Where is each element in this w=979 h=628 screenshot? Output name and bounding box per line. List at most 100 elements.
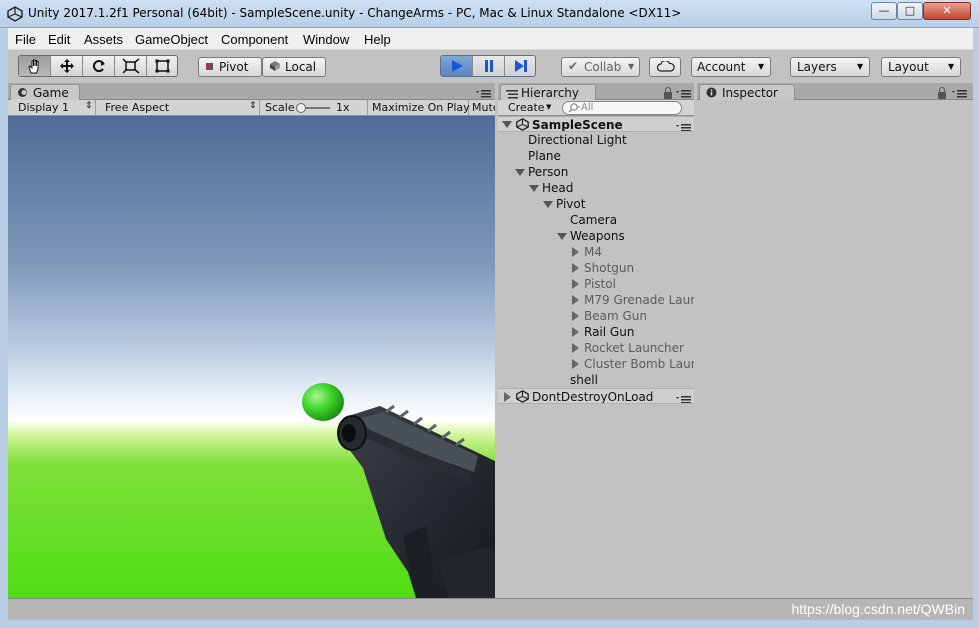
- hierarchy-row[interactable]: shell: [498, 372, 694, 388]
- expand-arrow-icon[interactable]: [572, 343, 579, 353]
- menu-edit[interactable]: Edit: [48, 32, 70, 47]
- aspect-dropdown[interactable]: Free Aspect ⇕: [96, 100, 260, 116]
- play-button[interactable]: [441, 56, 473, 76]
- scale-tool-button[interactable]: [115, 56, 147, 76]
- hierarchy-item-label: Pivot: [556, 197, 586, 211]
- step-button[interactable]: [505, 56, 537, 76]
- menu-help[interactable]: Help: [364, 32, 391, 47]
- hierarchy-row[interactable]: Camera: [498, 212, 694, 228]
- scene-menu-icon[interactable]: [676, 121, 692, 131]
- hand-tool-button[interactable]: [19, 56, 51, 76]
- maximize-button[interactable]: □: [897, 2, 923, 20]
- hierarchy-row[interactable]: Person: [498, 164, 694, 180]
- inspector-content: [697, 100, 973, 598]
- menu-component[interactable]: Component: [221, 32, 288, 47]
- rect-tool-button[interactable]: [147, 56, 179, 76]
- expand-arrow-icon[interactable]: [572, 327, 579, 337]
- local-toggle-button[interactable]: Local: [262, 57, 326, 77]
- hierarchy-row[interactable]: Cluster Bomb Launcher: [498, 356, 694, 372]
- inspector-panel: Inspector: [697, 83, 973, 598]
- game-viewport[interactable]: [8, 116, 495, 598]
- game-tabstrip: Game: [8, 83, 495, 100]
- hierarchy-row[interactable]: Directional Light: [498, 132, 694, 148]
- window-frame-right: [973, 28, 979, 628]
- menu-window[interactable]: Window: [303, 32, 349, 47]
- rotate-tool-button[interactable]: [83, 56, 115, 76]
- minimize-button[interactable]: —: [871, 2, 897, 20]
- collab-button[interactable]: ✔ Collab ▼: [561, 57, 640, 77]
- maximize-on-play-toggle[interactable]: Maximize On Play: [368, 100, 470, 116]
- cloud-button[interactable]: [649, 57, 681, 77]
- menu-gameobject[interactable]: GameObject: [135, 32, 208, 47]
- dontdestroy-header-row[interactable]: DontDestroyOnLoad: [498, 388, 694, 404]
- inspector-tab-label: Inspector: [722, 86, 778, 100]
- scene-expand-icon[interactable]: [502, 121, 512, 128]
- tab-game[interactable]: Game: [10, 84, 80, 100]
- expand-arrow-icon[interactable]: [572, 295, 579, 305]
- unity-logo-icon: [7, 6, 23, 22]
- collapse-arrow-icon[interactable]: [515, 169, 525, 176]
- hierarchy-item-label: Pistol: [584, 277, 616, 291]
- hierarchy-row[interactable]: Rocket Launcher: [498, 340, 694, 356]
- aspect-label: Free Aspect: [105, 101, 170, 114]
- close-button[interactable]: ✕: [923, 2, 971, 20]
- hierarchy-row[interactable]: M79 Grenade Launcher: [498, 292, 694, 308]
- inspector-lock-icon[interactable]: [938, 87, 946, 99]
- tab-inspector[interactable]: Inspector: [699, 84, 795, 100]
- dontdestroy-label: DontDestroyOnLoad: [532, 390, 654, 404]
- scale-slider-thumb[interactable]: [296, 103, 306, 113]
- hierarchy-row[interactable]: M4: [498, 244, 694, 260]
- layout-dropdown[interactable]: Layout ▼: [881, 57, 961, 77]
- expand-arrow-icon[interactable]: [572, 247, 579, 257]
- hand-icon: [28, 59, 39, 74]
- hierarchy-item-label: Plane: [528, 149, 561, 163]
- hierarchy-item-label: Directional Light: [528, 133, 627, 147]
- dontdestroy-expand-icon[interactable]: [504, 392, 511, 402]
- window-frame-left: [0, 28, 8, 628]
- collapse-arrow-icon[interactable]: [543, 201, 553, 208]
- hierarchy-item-label: Person: [528, 165, 569, 179]
- hierarchy-tabstrip: Hierarchy: [498, 83, 694, 100]
- step-icon: [515, 60, 527, 72]
- expand-arrow-icon[interactable]: [572, 279, 579, 289]
- dontdestroy-menu-icon[interactable]: [676, 393, 692, 403]
- create-dropdown[interactable]: Create ▼: [502, 101, 554, 115]
- hierarchy-row[interactable]: Pistol: [498, 276, 694, 292]
- account-dropdown[interactable]: Account ▼: [691, 57, 771, 77]
- layers-dropdown[interactable]: Layers ▼: [790, 57, 870, 77]
- hierarchy-lock-icon[interactable]: [664, 87, 672, 99]
- pause-button[interactable]: [473, 56, 505, 76]
- hierarchy-row[interactable]: Shotgun: [498, 260, 694, 276]
- hierarchy-search-input[interactable]: All: [562, 101, 682, 115]
- hierarchy-row[interactable]: Beam Gun: [498, 308, 694, 324]
- expand-arrow-icon[interactable]: [572, 311, 579, 321]
- layers-chevron-icon: ▼: [857, 62, 864, 71]
- mute-audio-toggle[interactable]: Mute: [469, 100, 495, 116]
- pivot-toggle-button[interactable]: Pivot: [198, 57, 262, 77]
- menu-assets[interactable]: Assets: [84, 32, 123, 47]
- play-icon: [452, 60, 463, 72]
- collab-check-icon: ✔: [568, 59, 579, 73]
- main-toolbar: Pivot Local ✔ Collab ▼ Account ▼ Layers …: [8, 51, 973, 83]
- hierarchy-row[interactable]: Plane: [498, 148, 694, 164]
- status-bar: https://blog.csdn.net/QWBin: [8, 598, 973, 620]
- expand-arrow-icon[interactable]: [572, 263, 579, 273]
- display-dropdown[interactable]: Display 1 ⇕: [8, 100, 96, 116]
- hierarchy-row[interactable]: Head: [498, 180, 694, 196]
- scene-name: SampleScene: [532, 118, 623, 132]
- hierarchy-row[interactable]: Pivot: [498, 196, 694, 212]
- scale-value: 1x: [336, 101, 350, 114]
- menu-file[interactable]: File: [15, 32, 36, 47]
- hierarchy-row[interactable]: Weapons: [498, 228, 694, 244]
- layout-chevron-icon: ▼: [948, 62, 955, 71]
- hierarchy-row[interactable]: Rail Gun: [498, 324, 694, 340]
- scene-header-row[interactable]: SampleScene: [498, 116, 694, 132]
- rotate-icon: [92, 60, 105, 73]
- collapse-arrow-icon[interactable]: [557, 233, 567, 240]
- move-tool-button[interactable]: [51, 56, 83, 76]
- move-icon: [60, 59, 74, 73]
- expand-arrow-icon[interactable]: [572, 359, 579, 369]
- hierarchy-item-label: Beam Gun: [584, 309, 647, 323]
- collapse-arrow-icon[interactable]: [529, 185, 539, 192]
- tab-hierarchy[interactable]: Hierarchy: [500, 84, 596, 100]
